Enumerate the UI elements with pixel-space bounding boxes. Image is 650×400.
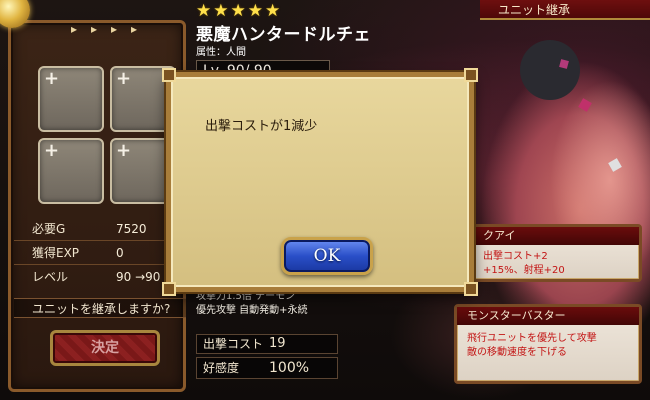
material-slot-1[interactable]: + — [38, 66, 104, 132]
deploy-cost-row: 出撃コスト 19 — [196, 334, 338, 354]
star-icon: ★ — [230, 1, 246, 21]
dialog-message: 出撃コストが1減少 — [205, 119, 318, 134]
ability-line: 攻撃力1.5倍 デーモン — [196, 291, 296, 302]
plus-icon: + — [44, 140, 60, 161]
skill-card-2: モンスターバスター 飛行ユニットを優先して攻撃 敵の移動速度を下げる — [454, 304, 642, 384]
ability-line: 優先攻撃 自動発動+永続 — [196, 305, 308, 316]
divider — [14, 240, 184, 241]
corner-ornament — [464, 68, 478, 82]
rarity-stars: ★ ★ ★ ★ ★ — [196, 2, 280, 20]
star-icon: ★ — [265, 1, 281, 21]
plus-icon: + — [116, 140, 132, 161]
skill-title: モンスターバスター — [457, 307, 639, 325]
skill-title: クアイ — [473, 227, 639, 245]
stat-value: 7520 — [116, 222, 147, 236]
ok-button[interactable]: OK — [281, 237, 373, 275]
stat-row-gold: 必要G 7520 — [16, 220, 186, 238]
stat-row-exp: 獲得EXP 0 — [16, 244, 186, 262]
decide-button[interactable]: 決定 — [50, 330, 160, 366]
ability-summary: 攻撃力1.5倍 デーモン 優先攻撃 自動発動+永続 — [196, 290, 338, 330]
deploy-cost-label: 出撃コスト — [203, 337, 264, 351]
material-slot-3[interactable]: + — [38, 138, 104, 204]
stat-label: レベル — [32, 270, 69, 284]
stat-label: 必要G — [32, 222, 66, 236]
star-icon: ★ — [196, 1, 212, 21]
affinity-value: 100% — [269, 360, 310, 376]
deploy-cost-value: 19 — [269, 336, 286, 351]
skill-desc-line: 出撃コスト+2 — [483, 251, 548, 262]
star-icon: ★ — [247, 1, 263, 21]
unit-name: 悪魔ハンタードルチェ — [196, 25, 371, 45]
stat-value: 90 →90 — [116, 270, 161, 284]
stat-label: 獲得EXP — [32, 246, 80, 260]
skill-card-1: クアイ 出撃コスト+2 +15%、射程+20 — [470, 224, 642, 282]
screen-title-ribbon: ユニット継承 — [480, 0, 650, 20]
inherit-question: ユニットを継承しますか? — [14, 298, 186, 318]
affinity-row: 好感度 100% — [196, 357, 338, 379]
stat-row-level: レベル 90 →90 — [16, 268, 186, 286]
skill-desc-line: 敵の移動速度を下げる — [467, 347, 567, 358]
skill-desc-line: 飛行ユニットを優先して攻撃 — [467, 333, 597, 344]
plus-icon: + — [44, 68, 60, 89]
arrow-icon: ▸ — [130, 22, 138, 36]
corner-ornament — [162, 282, 176, 296]
unit-attribute: 属性：人間 — [196, 47, 246, 58]
corner-ornament — [162, 68, 176, 82]
stat-value: 0 — [116, 246, 124, 260]
plus-icon: + — [116, 68, 132, 89]
arrow-icon: ▸ — [110, 22, 118, 36]
arrow-indicator: ▸ ▸ ▸ ▸ — [66, 22, 142, 36]
arrow-icon: ▸ — [90, 22, 98, 36]
skill-desc-line: +15%、射程+20 — [483, 265, 565, 276]
arrow-icon: ▸ — [70, 22, 78, 36]
affinity-label: 好感度 — [203, 361, 240, 375]
star-icon: ★ — [213, 1, 229, 21]
divider — [14, 264, 184, 265]
notice-dialog: 出撃コストが1減少 OK — [162, 68, 478, 296]
corner-ornament — [464, 282, 478, 296]
